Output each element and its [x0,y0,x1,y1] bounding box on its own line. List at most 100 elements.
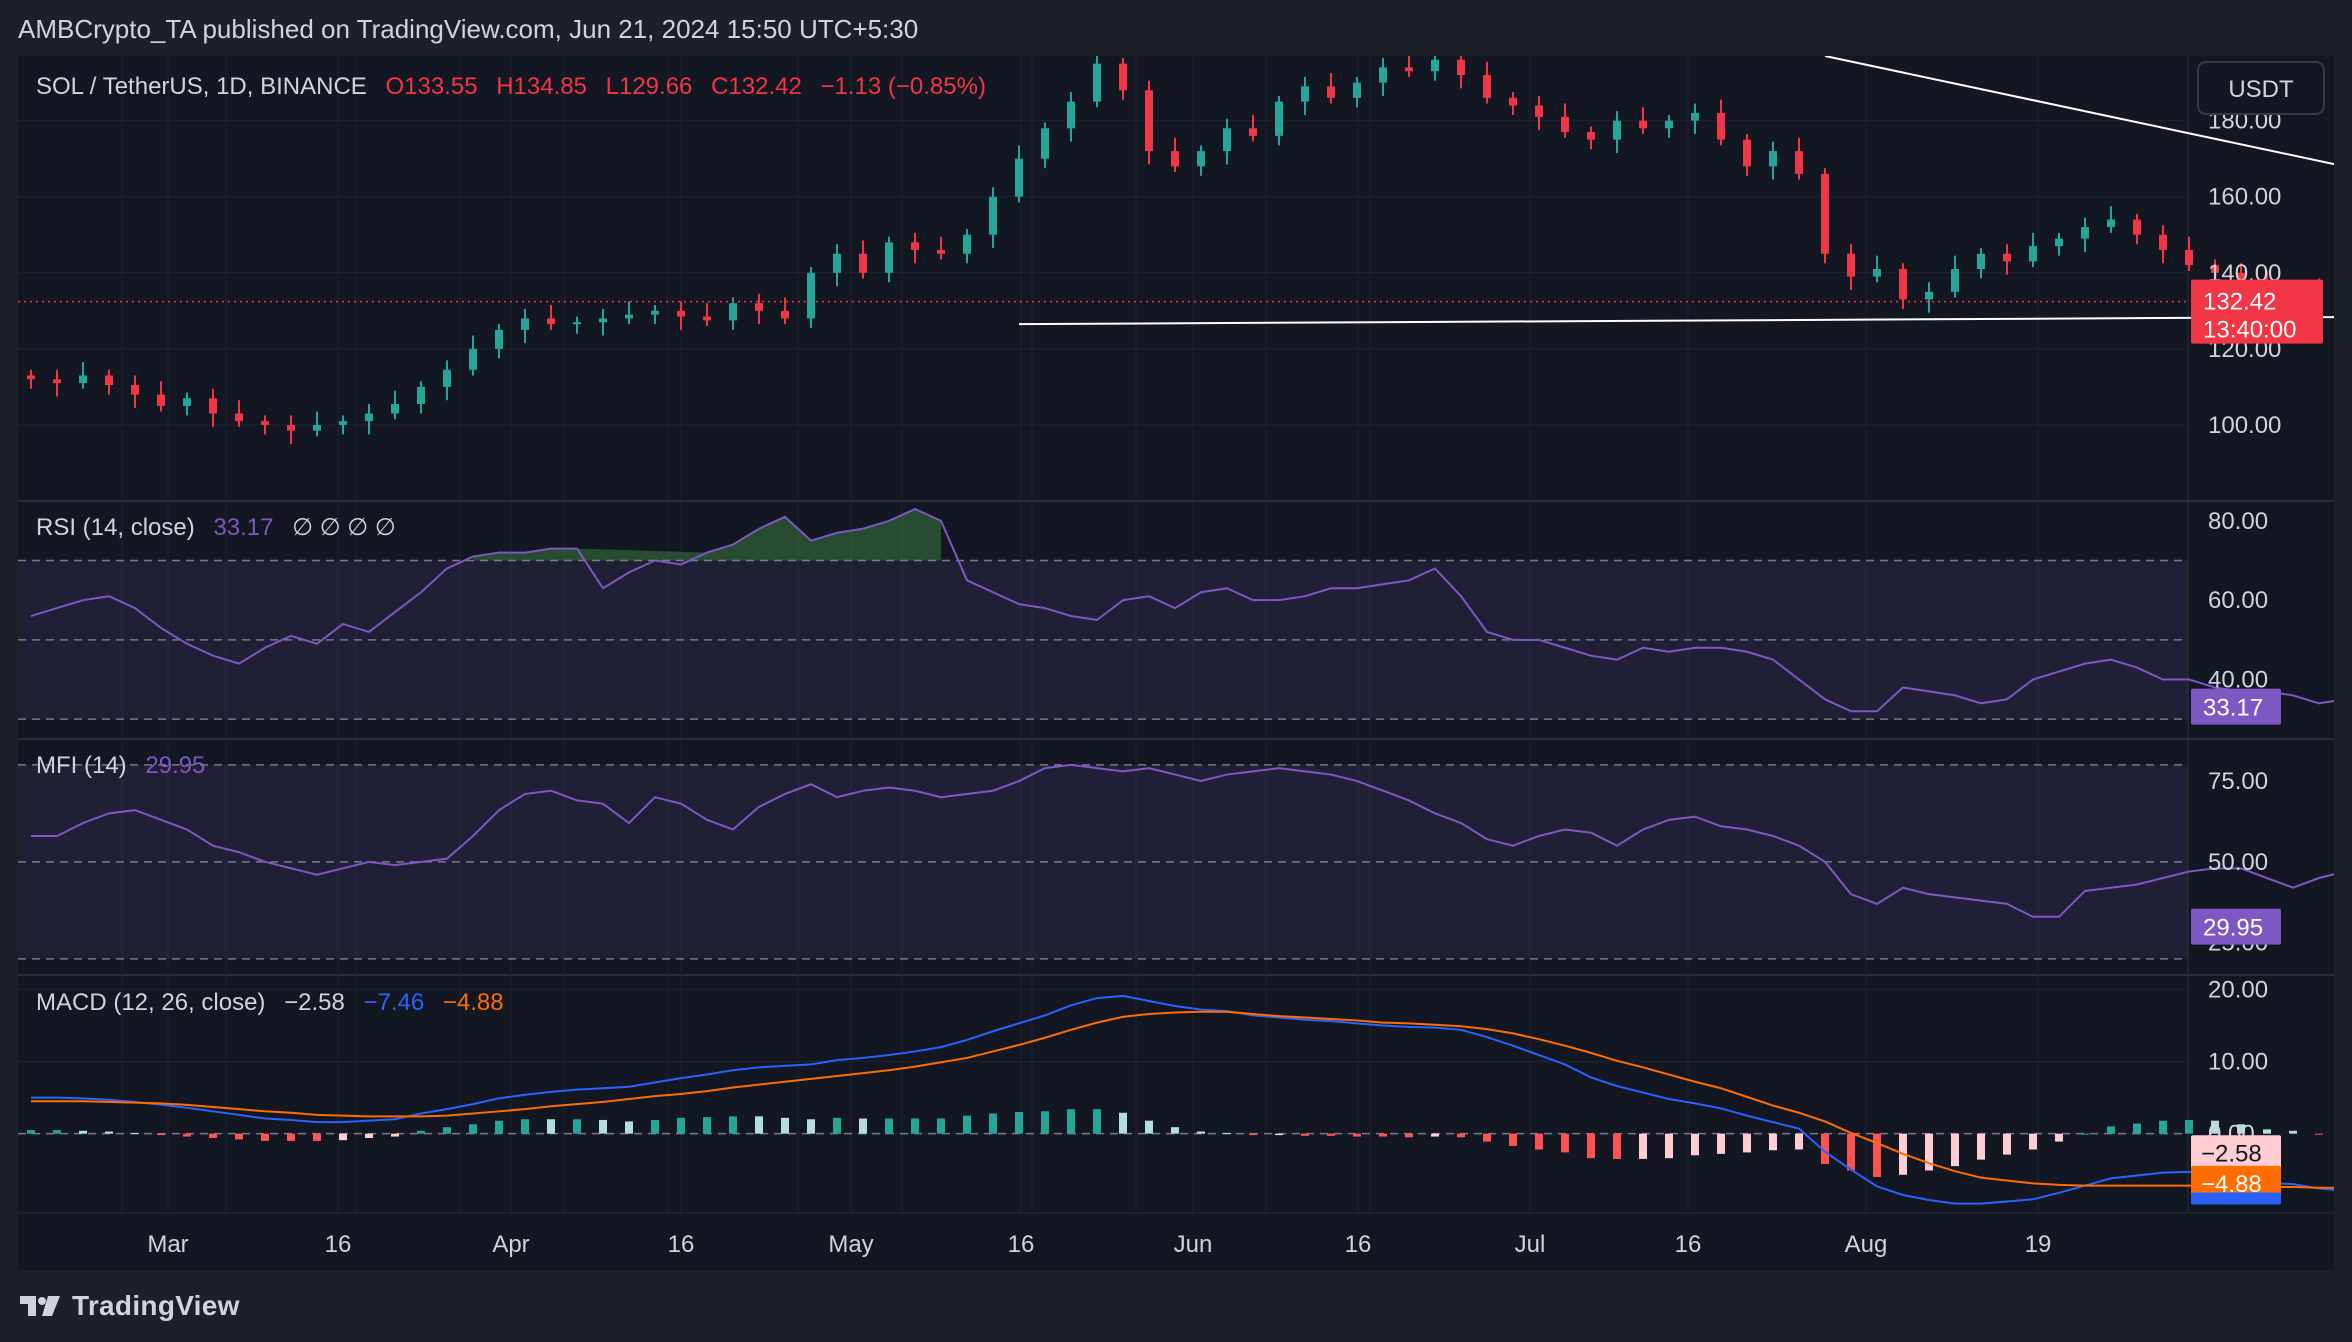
macd-histogram-bar [2029,1133,2037,1150]
open-value: O133.55 [385,73,477,100]
macd-histogram-bar [1483,1133,1491,1142]
candle [1327,73,1335,104]
candle [1977,248,1985,279]
last-price-badge: 132.4213:40:00 [2191,279,2323,344]
macd-histogram-bar [2107,1126,2115,1134]
candle-body [1197,151,1205,167]
indicator-axis-label: 80.00 [2208,508,2268,535]
time-axis-label: Aug [1845,1231,1888,1258]
candle-body [547,318,555,325]
candle-body [937,249,945,254]
candle-body [807,272,815,319]
time-axis-label: Jun [1174,1231,1213,1258]
macd-axis-label: 10.00 [2208,1049,2268,1076]
macd-histogram-bar [1249,1133,1257,1136]
tradingview-logo[interactable]: TradingView [18,1290,240,1322]
macd-histogram-bar [1353,1133,1361,1137]
indicator-badge-text: 33.17 [2203,695,2263,722]
candle-body [521,318,529,330]
candle [1535,95,1543,131]
candle [2029,232,2037,268]
tradingview-logo-icon [20,1296,60,1316]
indicator-axis-label: 75.00 [2208,768,2268,795]
macd-histogram-bar [495,1120,503,1134]
candle-body [703,316,711,321]
candle [27,369,35,389]
macd-histogram-bar [547,1119,555,1134]
macd-histogram-bar [287,1133,295,1141]
candle [1821,168,1829,264]
macd-histogram-bar [1509,1133,1517,1146]
macd-histogram-bar [703,1117,711,1134]
candle-body [1717,113,1725,140]
candle-body [1977,253,1985,269]
macd-histogram-bar [885,1118,893,1134]
candle-body [1145,90,1153,152]
candle-body [729,303,737,321]
candle-body [261,421,269,425]
candle [2133,213,2141,245]
macd-histogram-bar [1431,1133,1439,1137]
candle [105,369,113,395]
candle-body [1769,151,1777,167]
indicator-value-badge: 29.95 [2191,908,2281,945]
macd-line-value: −7.46 [363,989,424,1016]
time-axis-label: 16 [1345,1231,1372,1258]
candle [911,232,919,264]
candle-body [963,234,971,254]
candle-body [27,375,35,380]
macd-histogram-bar [1197,1131,1205,1134]
candle-body [209,398,217,414]
mfi-legend: MFI (14) 29.95 [36,752,205,779]
macd-histogram-bar [1145,1120,1153,1134]
candle [1015,145,1023,203]
macd-histogram-bar [755,1116,763,1134]
chart-area[interactable]: 180.00 160.00 140.00 120.00 100.00 80.00 60.00… [18,50,2352,1270]
macd-histogram-bar [2133,1123,2141,1134]
candle-body [1067,101,1075,129]
candle [1769,141,1777,180]
candle [1223,118,1231,165]
time-axis[interactable]: Mar 16 Apr 16 May 16 Jun 16 Jul 16 Aug 19 [147,1231,2051,1258]
macd-pane[interactable] [18,994,2352,1205]
macd-histogram-bar [469,1124,477,1134]
macd-histogram-bar [573,1119,581,1134]
mfi-pane[interactable] [18,763,2352,960]
candle [1457,50,1465,89]
candle-body [1873,268,1881,277]
macd-histogram-bar [79,1130,87,1134]
candle [963,229,971,264]
macd-histogram-bar [625,1121,633,1134]
macd-histogram-bar [1847,1133,1855,1171]
price-pane[interactable] [18,50,2352,444]
candle-body [495,329,503,349]
candle [1379,57,1387,96]
macd-histogram-bar [807,1119,815,1134]
macd-histogram-bar [833,1117,841,1134]
macd-signal-line [31,1010,2352,1189]
macd-histogram-bar [2185,1119,2193,1134]
candle-body [2029,246,2037,262]
candle-body [105,375,113,385]
trendline [1018,316,2352,326]
candle [1847,244,1855,290]
candle [1249,114,1257,142]
candle-body [651,310,659,315]
macd-legend: MACD (12, 26, close) −2.58 −7.46 −4.88 [36,989,504,1016]
indicator-badge-text: 29.95 [2203,915,2263,942]
macd-histogram-bar [1769,1133,1777,1151]
macd-histogram-bar [911,1118,919,1134]
candle [807,267,815,328]
macd-histogram-bar [209,1133,217,1138]
macd-histogram-bar [1041,1111,1049,1134]
macd-histogram-bar [729,1116,737,1134]
macd-histogram-bar [1223,1132,1231,1134]
candle-body [131,384,139,395]
macd-histogram-bar [599,1119,607,1134]
candle-body [599,318,607,323]
chart-svg[interactable]: 180.00160.00140.00120.00100.0080.0060.00… [18,50,2352,1270]
currency-button[interactable]: USDT [2197,61,2325,115]
candle [1873,255,1881,283]
candle [1301,76,1309,115]
macd-histogram-bar [1015,1112,1023,1134]
